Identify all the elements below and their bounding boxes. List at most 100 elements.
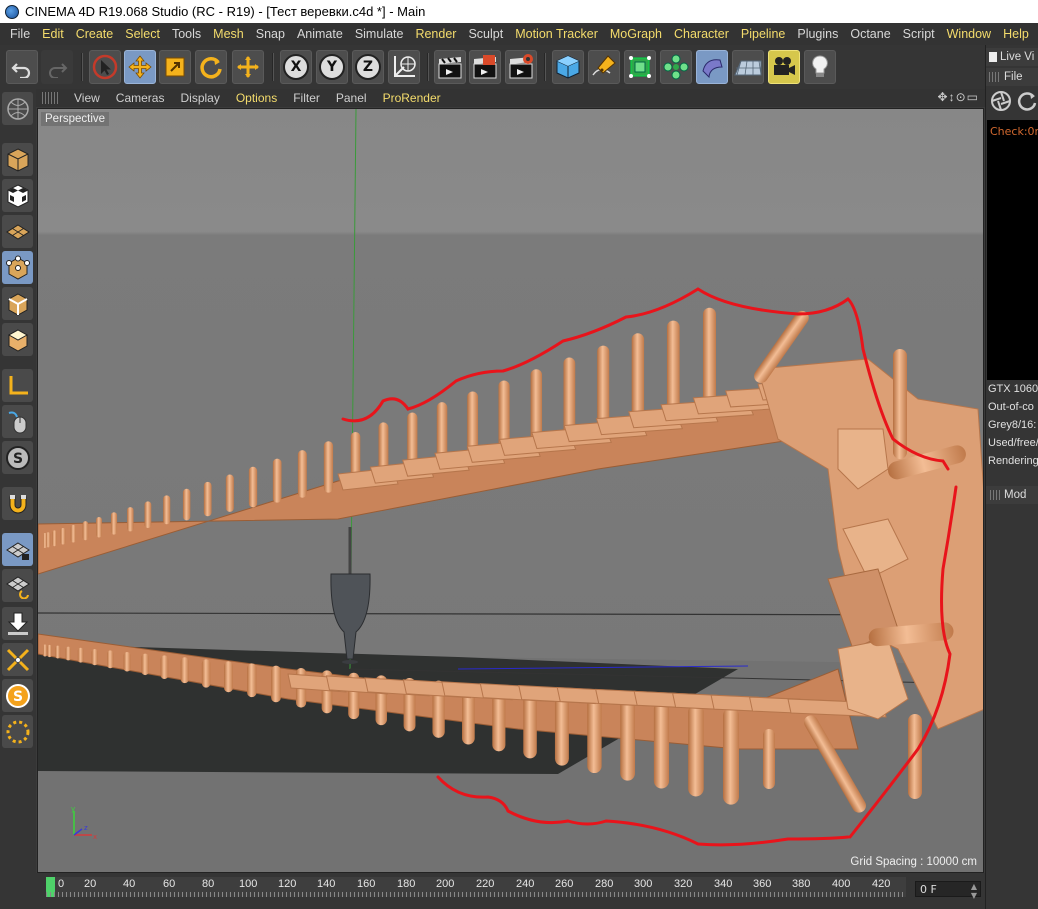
viewport-menu-cameras[interactable]: Cameras <box>108 91 173 105</box>
x-axis-lock-button[interactable]: X <box>280 50 312 84</box>
camera-icon <box>774 57 795 75</box>
menu-pipeline[interactable]: Pipeline <box>735 27 791 41</box>
locked-workplane-button[interactable] <box>2 533 33 566</box>
menu-select[interactable]: Select <box>119 27 166 41</box>
y-axis-lock-button[interactable]: Y <box>316 50 348 84</box>
axis-icon <box>9 375 28 394</box>
move-tool-button[interactable] <box>124 50 156 84</box>
current-frame-field[interactable]: 0 F ▲ ▼ <box>915 881 981 900</box>
viewport-menu-options[interactable]: Options <box>228 91 285 105</box>
solo-button[interactable]: S <box>2 441 33 474</box>
texture-mode-button[interactable] <box>2 179 33 212</box>
menu-window[interactable]: Window <box>941 27 997 41</box>
viewport-menu-prorender[interactable]: ProRender <box>375 91 449 105</box>
z-axis-lock-button[interactable]: Z <box>352 50 384 84</box>
dotted-circle-button[interactable] <box>2 715 33 748</box>
add-camera-button[interactable] <box>768 50 800 84</box>
menu-mesh[interactable]: Mesh <box>207 27 250 41</box>
viewport-menu-display[interactable]: Display <box>172 91 227 105</box>
undo-button[interactable] <box>6 50 38 84</box>
add-deformer-button[interactable] <box>696 50 728 84</box>
menu-sculpt[interactable]: Sculpt <box>462 27 509 41</box>
cinema4d-app-icon <box>5 4 19 19</box>
add-light-button[interactable] <box>804 50 836 84</box>
live-viewer-file-menu[interactable]: File <box>986 68 1038 86</box>
menu-mograph[interactable]: MoGraph <box>604 27 668 41</box>
sculpt-snap-button[interactable]: S <box>2 679 33 712</box>
viewport-menu-filter[interactable]: Filter <box>285 91 328 105</box>
axis-mode-button[interactable] <box>2 369 33 402</box>
model-mode-button[interactable] <box>2 143 33 176</box>
mode-tab-label: Mod <box>1004 489 1027 501</box>
polygons-mode-button[interactable] <box>2 323 33 356</box>
upper-bridge-post <box>46 532 51 548</box>
mode-tab[interactable]: Mod <box>986 486 1038 504</box>
add-cube-button[interactable] <box>552 50 584 84</box>
redo-button[interactable] <box>41 50 73 84</box>
timeline-tick: 0 <box>58 878 65 890</box>
render-view-button[interactable] <box>434 50 466 84</box>
menu-snap[interactable]: Snap <box>250 27 291 41</box>
lower-bridge-post <box>587 695 602 774</box>
bend-deformer-icon <box>702 59 723 79</box>
center-axis-button[interactable] <box>2 643 33 676</box>
add-cloner-button[interactable] <box>660 50 692 84</box>
live-selection-button[interactable] <box>89 50 121 84</box>
menu-character[interactable]: Character <box>668 27 735 41</box>
perspective-viewport[interactable]: Perspective y x z Grid Spacing : 10000 c… <box>37 108 984 873</box>
live-viewer-tab[interactable]: Live Vi <box>986 48 1038 66</box>
add-pen-spline-button[interactable] <box>588 50 620 84</box>
tweak-mode-button[interactable] <box>2 405 33 438</box>
panel-grip-icon[interactable] <box>42 92 58 104</box>
upper-bridge-post <box>182 488 191 521</box>
drop-to-floor-button[interactable] <box>2 607 33 640</box>
aperture-icon[interactable] <box>990 90 1012 112</box>
rotate-tool-button[interactable] <box>195 50 227 84</box>
camera-label[interactable]: Perspective <box>41 112 110 126</box>
menu-render[interactable]: Render <box>409 27 462 41</box>
lower-bridge-post <box>271 665 281 703</box>
viewport-navigation-icons[interactable]: ✥↕⊙▭ <box>938 90 979 104</box>
add-subdivision-button[interactable] <box>624 50 656 84</box>
menu-file[interactable]: File <box>4 27 36 41</box>
svg-text:z: z <box>84 824 88 832</box>
menu-edit[interactable]: Edit <box>36 27 70 41</box>
menu-animate[interactable]: Animate <box>291 27 349 41</box>
upper-bridge-post <box>272 458 282 503</box>
planar-workplane-button[interactable] <box>2 569 33 602</box>
menu-simulate[interactable]: Simulate <box>349 27 410 41</box>
menu-script[interactable]: Script <box>897 27 941 41</box>
arrow-down-icon <box>7 612 28 635</box>
add-floor-button[interactable] <box>732 50 764 84</box>
timeline-tick: 320 <box>674 878 693 890</box>
restart-render-icon[interactable] <box>1016 90 1038 112</box>
window-title: CINEMA 4D R19.068 Studio (RC - R19) - [Т… <box>25 4 426 19</box>
scale-tool-button[interactable] <box>159 50 191 84</box>
frame-spinner-icon[interactable]: ▲ ▼ <box>971 882 977 900</box>
live-viewer-render-area[interactable] <box>987 120 1038 380</box>
menu-motion-tracker[interactable]: Motion Tracker <box>509 27 604 41</box>
menu-help[interactable]: Help <box>997 27 1035 41</box>
render-settings-button[interactable] <box>505 50 537 84</box>
menu-plugins[interactable]: Plugins <box>791 27 844 41</box>
viewport-menu-panel[interactable]: Panel <box>328 91 375 105</box>
points-mode-button[interactable] <box>2 251 33 284</box>
timeline-tick: 380 <box>792 878 811 890</box>
coordinate-system-button[interactable] <box>388 50 420 84</box>
timeline-tick: 340 <box>714 878 733 890</box>
menu-octane[interactable]: Octane <box>844 27 896 41</box>
menu-tools[interactable]: Tools <box>166 27 207 41</box>
grid-rotate-icon <box>5 575 30 599</box>
make-editable-icon <box>6 97 29 120</box>
workplane-mode-button[interactable] <box>2 215 33 248</box>
viewport-menu-view[interactable]: View <box>66 91 108 105</box>
undo-icon <box>11 63 31 78</box>
menu-create[interactable]: Create <box>70 27 120 41</box>
edges-mode-button[interactable] <box>2 287 33 320</box>
render-to-picture-viewer-button[interactable] <box>469 50 501 84</box>
timeline-ruler[interactable]: 0 20 40 60 80 100 120 140 160 180 200 22… <box>46 877 906 897</box>
dotted-circle-icon <box>6 720 29 743</box>
snapping-button[interactable] <box>2 487 33 520</box>
make-editable-button[interactable] <box>2 92 33 125</box>
recent-tool-button[interactable] <box>232 50 264 84</box>
